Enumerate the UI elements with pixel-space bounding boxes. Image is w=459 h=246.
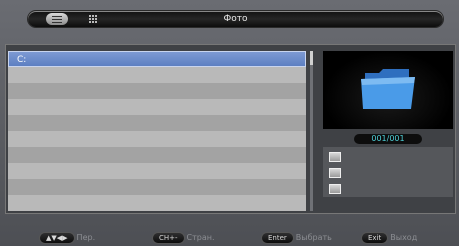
preview-pane bbox=[323, 51, 453, 129]
list-item[interactable] bbox=[8, 179, 306, 195]
list-item[interactable] bbox=[8, 195, 306, 211]
list-item[interactable] bbox=[8, 99, 306, 115]
file-info-panel bbox=[323, 147, 453, 197]
list-item[interactable] bbox=[8, 147, 306, 163]
enter-key-icon: Enter bbox=[262, 233, 293, 243]
hint-exit: Exit Выход bbox=[362, 233, 417, 243]
file-info-icon bbox=[329, 152, 341, 162]
hint-page: CH+- Стран. bbox=[153, 233, 215, 243]
arrow-keys-icon: ▲▼◀▶ bbox=[40, 233, 74, 243]
title-bar: Фото bbox=[28, 11, 443, 27]
list-item[interactable] bbox=[8, 163, 306, 179]
browser-panel: C: 001/001 bbox=[5, 44, 456, 214]
list-item[interactable]: C: bbox=[8, 51, 306, 67]
exit-key-icon: Exit bbox=[362, 233, 388, 243]
file-counter: 001/001 bbox=[354, 134, 422, 144]
list-item[interactable] bbox=[8, 67, 306, 83]
list-item[interactable] bbox=[8, 131, 306, 147]
scrollbar[interactable] bbox=[310, 51, 313, 211]
file-list: C: bbox=[8, 51, 306, 211]
help-bar: ▲▼◀▶ Пер. CH+- Стран. Enter Выбрать Exit… bbox=[5, 232, 454, 244]
list-item[interactable] bbox=[8, 83, 306, 99]
hint-navigate: ▲▼◀▶ Пер. bbox=[40, 233, 95, 243]
hint-select: Enter Выбрать bbox=[262, 233, 332, 243]
list-item[interactable] bbox=[8, 115, 306, 131]
date-icon bbox=[329, 168, 341, 178]
size-icon bbox=[329, 184, 341, 194]
folder-icon bbox=[361, 69, 415, 109]
media-browser-window: Фото C: 001/001 ▲▼◀▶ Пер. CH+- Стран. En… bbox=[0, 0, 459, 246]
page-title: Фото bbox=[223, 14, 248, 24]
scrollbar-thumb[interactable] bbox=[310, 51, 313, 65]
channel-key-icon: CH+- bbox=[153, 233, 184, 243]
